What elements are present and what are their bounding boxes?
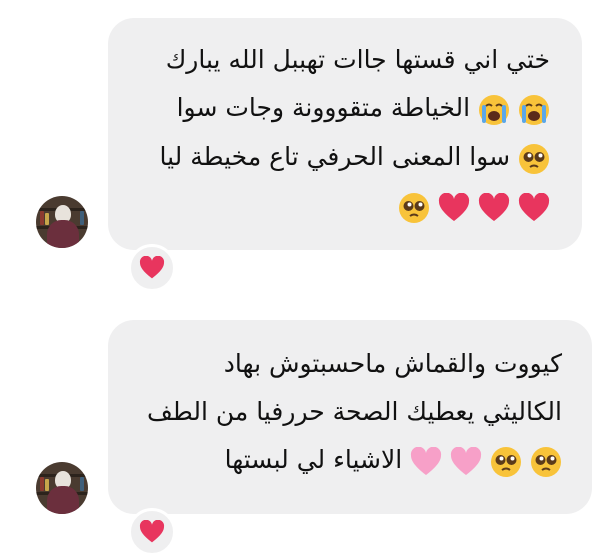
pleading-face-icon — [518, 143, 550, 175]
avatar[interactable] — [36, 462, 88, 514]
emoji-group — [410, 437, 562, 485]
message-line: الكاليثي يعطيك الصحة حررفيا من الطف — [147, 397, 562, 426]
emoji-group — [518, 134, 550, 182]
emoji-line — [126, 182, 550, 231]
message-line-with-emoji: الخياطة متقووونة وجات سوا — [126, 84, 550, 133]
message-text: الخياطة متقووونة وجات سوا — [176, 93, 471, 122]
message-text: الاشياء لي لبستها — [224, 445, 403, 474]
pink-heart-icon — [450, 447, 482, 477]
avatar[interactable] — [36, 196, 88, 248]
pink-heart-icon — [410, 447, 442, 477]
red-heart-icon — [139, 520, 165, 544]
red-heart-icon — [478, 193, 510, 223]
message-bubble[interactable]: كيووت والقماش ماحسبتوش بهاد الكاليثي يعط… — [108, 320, 592, 514]
red-heart-icon — [438, 193, 470, 223]
red-heart-icon — [139, 256, 165, 280]
message-line: ختي اني قستها جاات تهببل الله يبارك — [165, 45, 550, 74]
message-line: كيووت والقماش ماحسبتوش بهاد — [223, 349, 562, 378]
reaction-badge[interactable] — [128, 244, 176, 292]
pleading-face-icon — [530, 446, 562, 478]
message-line-with-emoji: سوا المعنى الحرفي تاع مخيطة ليا — [126, 133, 550, 182]
reaction-badge[interactable] — [128, 508, 176, 556]
message-bubble[interactable]: ختي اني قستها جاات تهببل الله يبارك الخي… — [108, 18, 582, 250]
pleading-face-icon — [490, 446, 522, 478]
emoji-group — [398, 183, 550, 231]
crying-face-icon — [478, 94, 510, 126]
message-text: سوا المعنى الحرفي تاع مخيطة ليا — [159, 142, 511, 171]
red-heart-icon — [518, 193, 550, 223]
message-line-with-emoji: الاشياء لي لبستها — [126, 436, 562, 485]
pleading-face-icon — [398, 192, 430, 224]
crying-face-icon — [518, 94, 550, 126]
emoji-group — [478, 85, 550, 133]
